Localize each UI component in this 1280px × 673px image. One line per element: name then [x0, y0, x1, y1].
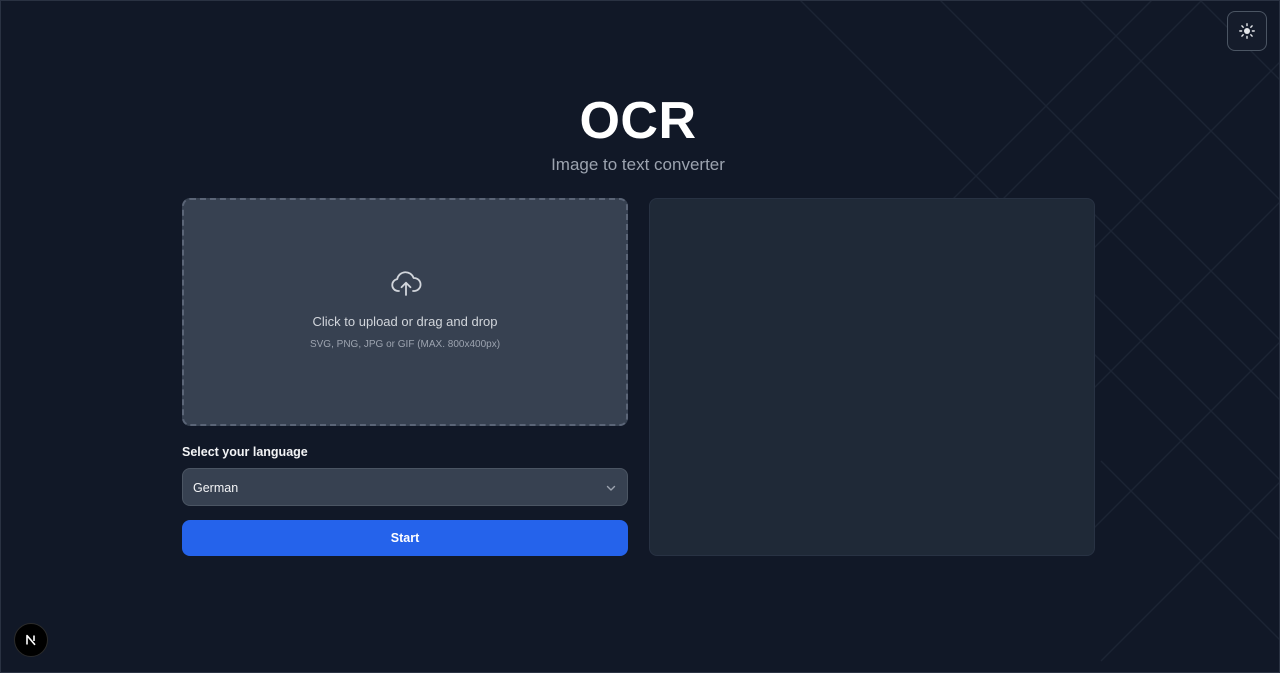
page-title: OCR	[579, 92, 697, 150]
page-subtitle: Image to text converter	[551, 155, 725, 174]
sun-icon	[1239, 23, 1255, 39]
upload-format-hint: SVG, PNG, JPG or GIF (MAX. 800x400px)	[309, 339, 501, 350]
ocr-output-panel	[649, 198, 1095, 556]
language-selected-value: German	[193, 481, 239, 495]
app-page: OCR Image to text converter Click to upl…	[0, 0, 1280, 673]
nextjs-logo-icon	[26, 634, 36, 646]
language-label: Select your language	[182, 445, 308, 459]
upload-instruction: Click to upload or drag and drop	[312, 314, 498, 329]
start-button[interactable]: Start	[182, 520, 628, 556]
file-upload-dropzone[interactable]: Click to upload or drag and drop SVG, PN…	[182, 198, 628, 426]
chevron-down-icon	[606, 485, 616, 491]
theme-toggle-button[interactable]	[1227, 11, 1267, 51]
language-select[interactable]: German	[182, 468, 628, 506]
nextjs-dev-badge[interactable]	[14, 623, 48, 657]
cloud-upload-icon	[391, 271, 422, 296]
